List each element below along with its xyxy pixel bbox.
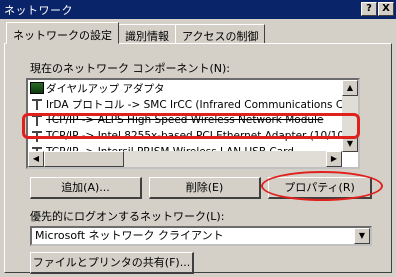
logon-label: 優先的にログオンするネットワーク(L): (30, 210, 225, 223)
protocol-icon (30, 98, 44, 110)
horizontal-scroll-thumb[interactable] (44, 151, 124, 167)
horizontal-scrollbar[interactable]: ◀ ▶ (28, 151, 342, 167)
list-item[interactable]: TCP/IP -> Intel 8255x-based PCI Ethernet… (30, 128, 355, 144)
scroll-up-icon[interactable]: ▲ (342, 80, 358, 96)
list-item-label: TCP/IP -> Intel 8255x-based PCI Ethernet… (46, 130, 355, 142)
list-item[interactable]: TCP/IP -> ALPS High Speed Wireless Netwo… (30, 112, 323, 128)
chevron-down-icon[interactable]: ▼ (354, 228, 370, 244)
protocol-icon (30, 130, 44, 142)
scroll-down-icon[interactable]: ▼ (342, 136, 358, 152)
list-item[interactable]: IrDA プロトコル -> SMC IrCC (Infrared Communi… (30, 96, 360, 112)
components-label: 現在のネットワーク コンポーネント(N): (30, 62, 231, 75)
file-printer-sharing-button[interactable]: ファイルとプリンタの共有(F)... (30, 252, 194, 274)
help-button[interactable]: ? (361, 2, 377, 16)
components-listbox[interactable]: ダイヤルアップ アダプタ IrDA プロトコル -> SMC IrCC (Inf… (26, 78, 360, 169)
tab-identification[interactable]: 識別情報 (118, 24, 176, 44)
scroll-right-icon[interactable]: ▶ (326, 151, 342, 167)
properties-button[interactable]: プロパティ(R) (268, 177, 372, 199)
list-item-label: IrDA プロトコル -> SMC IrCC (Infrared Communi… (46, 98, 360, 111)
scroll-left-icon[interactable]: ◀ (28, 151, 44, 167)
tab-network-settings[interactable]: ネットワークの設定 (6, 22, 119, 44)
logon-network-select[interactable]: Microsoft ネットワーク クライアント ▼ (30, 226, 372, 246)
protocol-icon (30, 114, 44, 126)
close-button[interactable]: X (378, 2, 394, 16)
vertical-scrollbar[interactable]: ▲ ▼ (342, 80, 358, 152)
window-title: ネットワーク (4, 3, 73, 17)
list-item[interactable]: ダイヤルアップ アダプタ (30, 80, 165, 96)
title-bar: ネットワーク ? X (0, 0, 396, 19)
tab-access-control[interactable]: アクセスの制御 (175, 24, 266, 44)
tab-strip: ネットワークの設定 識別情報 アクセスの制御 (6, 22, 266, 44)
list-item-label: TCP/IP -> ALPS High Speed Wireless Netwo… (46, 114, 324, 126)
add-button[interactable]: 追加(A)... (30, 177, 142, 199)
adapter-icon (30, 82, 44, 94)
list-item-label: ダイヤルアップ アダプタ (46, 82, 165, 95)
remove-button[interactable]: 削除(E) (149, 177, 261, 199)
logon-network-value: Microsoft ネットワーク クライアント (35, 229, 224, 242)
